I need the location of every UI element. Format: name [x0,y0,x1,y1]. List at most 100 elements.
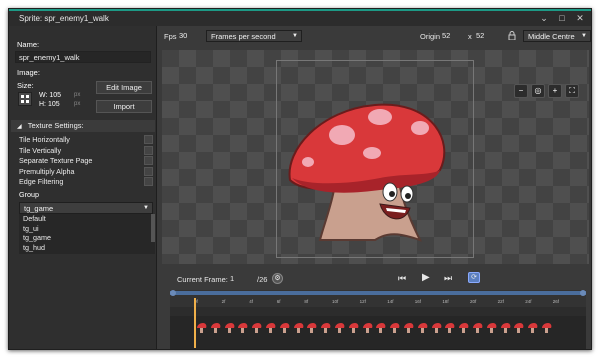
frame-thumbnail[interactable] [513,322,525,334]
import-button[interactable]: Import [96,100,152,113]
playhead[interactable] [194,298,196,348]
edge-filtering-row[interactable]: Edge Filtering [19,177,153,186]
tick-label: 8f [304,299,309,304]
frame-thumbnail[interactable] [251,322,263,334]
tile-horizontally-checkbox[interactable] [144,135,153,144]
zoom-out-icon[interactable]: − [514,84,528,98]
frame-thumbnail[interactable] [293,322,305,334]
next-frame-icon[interactable]: ⏭ [444,273,452,284]
frame-thumbnail[interactable] [348,322,360,334]
tick-label: 22f [497,299,504,304]
premultiply-alpha-row[interactable]: Premultiply Alpha [19,166,153,176]
frame-thumbnail[interactable] [527,322,539,334]
lock-icon[interactable] [508,31,516,41]
frame-ruler[interactable]: 0f2f4f6f8f10f12f14f16f18f20f22f24f26f [170,290,586,307]
name-field[interactable]: spr_enemy1_walk [15,51,151,63]
frame-thumbnail[interactable] [500,322,512,334]
timeline-start-handle[interactable] [170,290,176,296]
maximize-icon[interactable]: □ [557,13,567,23]
tick-label: 12f [359,299,366,304]
group-selected: tg_game [24,204,54,213]
collapse-icon[interactable]: ⌄ [539,13,549,23]
zoom-reset-icon[interactable]: ◎ [531,84,545,98]
tick-label: 10f [332,299,339,304]
frame-thumbnail[interactable] [389,322,401,334]
edge-filtering-checkbox[interactable] [144,177,153,186]
list-item[interactable]: tg_game [19,233,155,243]
zoom-in-icon[interactable]: + [548,84,562,98]
origin-x-input[interactable]: 52 [442,30,466,42]
group-list-scrollbar[interactable] [151,214,155,242]
premultiply-alpha-checkbox[interactable] [144,166,153,176]
checkbox-label: Tile Vertically [19,145,62,155]
frame-thumbnail[interactable] [362,322,374,334]
loop-toggle-icon[interactable]: ⟳ [468,272,480,283]
fit-screen-icon[interactable]: ⛶ [565,84,579,98]
window-titlebar[interactable]: Sprite: spr_enemy1_walk ⌄ □ ✕ [9,9,591,26]
playback-bar: Current Frame: 1 /26 ⚙ ⏮ ▶ ⏭ ⟳ [158,270,591,286]
fps-input[interactable]: 30 [179,30,201,42]
window-title: Sprite: spr_enemy1_walk [19,14,109,23]
checkbox-label: Premultiply Alpha [19,166,75,176]
origin-grid-icon[interactable] [18,92,32,106]
frame-thumbnail[interactable] [375,322,387,334]
width-unit: px [74,92,81,98]
fps-mode-dropdown[interactable]: Frames per second ▼ [206,30,302,42]
frame-thumbnail[interactable] [403,322,415,334]
tile-horizontally-row[interactable]: Tile Horizontally [19,135,153,144]
mushroom-sprite [288,103,446,242]
tick-label: 2f [221,299,226,304]
tick-label: 14f [387,299,394,304]
frame-thumbnail[interactable] [224,322,236,334]
play-icon[interactable]: ▶ [422,272,430,283]
frame-thumbnail[interactable] [458,322,470,334]
list-item[interactable]: Default [19,214,155,224]
list-item[interactable]: tg_ui [19,224,155,234]
edit-image-button[interactable]: Edit Image [96,81,152,94]
timeline-scroll-track[interactable] [170,291,586,295]
fps-label: Fps [164,32,177,41]
close-icon[interactable]: ✕ [575,13,585,23]
tick-label: 18f [442,299,449,304]
frame-thumbnails [170,316,586,349]
collapse-arrow-icon: ◢ [17,124,22,130]
frame-thumbnail[interactable] [306,322,318,334]
current-frame-input[interactable]: 1 [230,273,252,284]
tick-label: 4f [249,299,253,304]
frame-timeline[interactable]: 0f2f4f6f8f10f12f14f16f18f20f22f24f26f [170,290,586,349]
frame-thumbnail[interactable] [444,322,456,334]
frame-thumbnail[interactable] [237,322,249,334]
separate-texture-page-checkbox[interactable] [144,156,153,165]
sprite-toolbar: Fps 30 Frames per second ▼ Origin 52 x 5… [158,26,591,46]
texture-settings-header[interactable]: ◢ Texture Settings: [11,120,155,132]
list-item[interactable]: tg_hud [19,243,155,253]
frame-thumbnail[interactable] [486,322,498,334]
checkbox-label: Edge Filtering [19,177,64,186]
timeline-end-handle[interactable] [580,290,586,296]
tile-vertically-row[interactable]: Tile Vertically [19,145,153,155]
origin-label: Origin [420,32,441,41]
checkbox-label: Tile Horizontally [19,135,70,144]
frame-thumbnail[interactable] [210,322,222,334]
frame-thumbnail[interactable] [472,322,484,334]
frame-thumbnail[interactable] [541,322,553,334]
frame-thumbnail[interactable] [196,322,208,334]
sprite-view: Fps 30 Frames per second ▼ Origin 52 x 5… [158,26,591,349]
frame-thumbnail[interactable] [417,322,429,334]
settings-icon[interactable]: ⚙ [272,273,283,284]
group-dropdown[interactable]: tg_game ▼ [19,202,153,214]
origin-separator: x [468,32,472,41]
frame-thumbnail[interactable] [265,322,277,334]
chevron-down-icon: ▼ [143,205,149,211]
height-unit: px [74,101,81,107]
origin-preset-dropdown[interactable]: Middle Centre ▼ [523,30,591,42]
previous-frame-icon[interactable]: ⏮ [398,273,406,284]
sprite-canvas[interactable]: − ◎ + ⛶ [162,50,589,264]
frame-thumbnail[interactable] [431,322,443,334]
frame-thumbnail[interactable] [279,322,291,334]
origin-y-input[interactable]: 52 [476,30,498,42]
frame-thumbnail[interactable] [320,322,332,334]
separate-texture-page-row[interactable]: Separate Texture Page [19,156,153,165]
tile-vertically-checkbox[interactable] [144,145,153,155]
frame-thumbnail[interactable] [334,322,346,334]
